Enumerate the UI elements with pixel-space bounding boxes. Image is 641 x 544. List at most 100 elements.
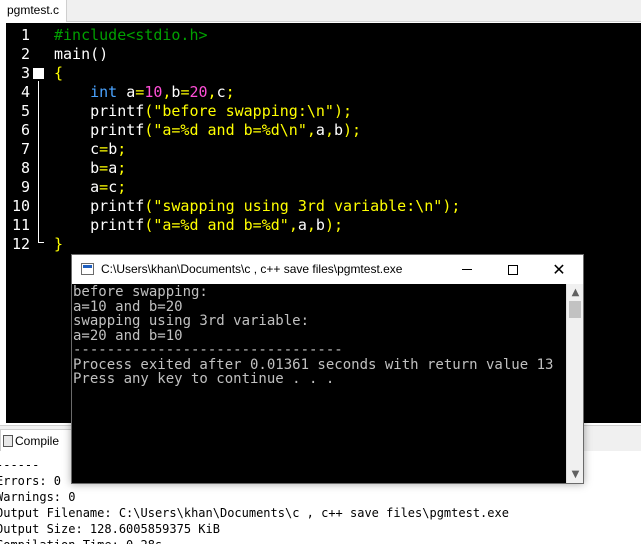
compile-log-line: Output Size: 128.6005859375 KiB <box>0 522 220 536</box>
code-token: c <box>54 140 100 158</box>
code-token: ( <box>144 121 154 139</box>
line-number: 8 <box>20 159 30 177</box>
code-line[interactable]: a=c; <box>54 178 126 197</box>
console-output-line: a=20 and b=10 <box>73 327 183 344</box>
line-number: 10 <box>11 197 30 215</box>
compile-log-line: Compilation Time: 0.28s <box>0 537 162 544</box>
code-token: , <box>207 83 217 101</box>
maximize-icon <box>508 264 518 275</box>
code-token: = <box>99 140 109 158</box>
code-line[interactable]: b=a; <box>54 159 126 178</box>
fold-toggle-icon[interactable] <box>33 68 44 79</box>
tab-pgmtest[interactable]: pgmtest.c <box>0 0 68 22</box>
code-line[interactable]: main() <box>54 45 108 64</box>
line-number: 1 <box>20 26 30 44</box>
code-token: 10 <box>144 83 163 101</box>
fold-guide-end <box>38 242 44 243</box>
scroll-up-icon[interactable]: ▲ <box>567 284 584 301</box>
code-token: } <box>54 235 64 253</box>
console-output-line: a=10 and b=20 <box>73 298 183 315</box>
compile-log-line: ------ <box>0 458 40 472</box>
code-line[interactable]: printf("a=%d and b=%d",a,b); <box>54 216 343 235</box>
code-token: ( <box>144 216 154 234</box>
editor-tab-bar: pgmtest.c <box>0 0 641 22</box>
code-token: int <box>90 83 118 101</box>
code-token: c <box>216 83 226 101</box>
console-output-line: before swapping: <box>73 284 208 300</box>
line-number: 2 <box>20 45 30 63</box>
compile-log-line: Errors: 0 <box>0 474 62 488</box>
console-output-line: swapping using 3rd variable: <box>73 313 310 329</box>
code-token: ; <box>117 140 127 158</box>
close-button[interactable]: ✕ <box>536 255 582 284</box>
code-token: ); <box>333 102 353 120</box>
code-token: = <box>99 178 109 196</box>
code-token: "a=%d and b=%d" <box>153 216 289 234</box>
console-title: C:\Users\khan\Documents\c , c++ save fil… <box>101 262 403 276</box>
maximize-button[interactable] <box>490 255 536 284</box>
compile-log-icon <box>3 435 13 447</box>
line-number: 7 <box>20 140 30 158</box>
code-token: , <box>306 121 316 139</box>
console-output-line: Press any key to continue . . . <box>73 371 335 387</box>
code-line[interactable]: int a=10,b=20,c; <box>54 83 235 102</box>
code-token: , <box>306 216 316 234</box>
code-token: ( <box>144 102 154 120</box>
line-number: 3 <box>20 64 30 82</box>
console-output[interactable]: before swapping: a=10 and b=20 swapping us… <box>72 284 566 483</box>
code-token: 20 <box>189 83 208 101</box>
code-token: a <box>54 178 100 196</box>
code-token: ; <box>117 178 127 196</box>
code-token: ; <box>225 83 235 101</box>
code-token: = <box>135 83 145 101</box>
console-titlebar[interactable]: C:\Users\khan\Documents\c , c++ save fil… <box>72 255 583 284</box>
compile-log-line: Warnings: 0 <box>0 490 76 504</box>
close-icon: ✕ <box>552 259 566 279</box>
code-line[interactable]: printf("a=%d and b=%d\n",a,b); <box>54 121 361 140</box>
line-number-gutter: 1 2 3 4 5 6 7 8 9 10 11 12 <box>6 23 50 423</box>
code-token: printf <box>54 121 145 139</box>
code-line[interactable]: { <box>54 64 63 83</box>
console-output-line: Process exited after 0.01361 seconds wit… <box>73 356 554 373</box>
line-number: 11 <box>11 216 30 234</box>
code-token: "before swapping:\n" <box>153 102 334 120</box>
code-token: ; <box>117 159 127 177</box>
minimize-button[interactable] <box>444 255 490 284</box>
code-token: ); <box>343 121 362 139</box>
minimize-icon <box>462 269 472 270</box>
console-output-line: -------------------------------- <box>73 342 343 358</box>
code-token: b <box>108 140 118 158</box>
code-token: "swapping using 3rd variable:\n" <box>153 197 443 215</box>
console-window[interactable]: C:\Users\khan\Documents\c , c++ save fil… <box>71 254 584 484</box>
code-token: a <box>117 83 136 101</box>
code-token: printf <box>54 197 145 215</box>
scroll-down-icon[interactable]: ▼ <box>567 466 584 483</box>
code-token: #include<stdio.h> <box>54 26 208 44</box>
fold-guide-line <box>38 81 39 243</box>
scroll-thumb[interactable] <box>569 301 581 318</box>
code-line[interactable]: printf("swapping using 3rd variable:\n")… <box>54 197 460 216</box>
code-token: b <box>315 216 325 234</box>
code-token: ( <box>144 197 154 215</box>
code-token: b <box>54 159 100 177</box>
compile-log-line: Output Filename: C:\Users\khan\Documents… <box>0 506 509 520</box>
code-token: ); <box>442 197 461 215</box>
line-number: 12 <box>11 235 30 253</box>
code-token: a <box>108 159 118 177</box>
line-number: 9 <box>20 178 30 196</box>
line-number: 6 <box>20 121 30 139</box>
code-line[interactable]: c=b; <box>54 140 126 159</box>
line-number: 4 <box>20 83 30 101</box>
code-line[interactable]: #include<stdio.h> <box>54 26 208 45</box>
code-token: printf <box>54 102 145 120</box>
code-token: , <box>324 121 334 139</box>
tab-compile-log[interactable]: Compile Log <box>0 429 80 470</box>
code-line[interactable]: printf("before swapping:\n"); <box>54 102 352 121</box>
code-line[interactable]: } <box>54 235 63 254</box>
console-scrollbar[interactable]: ▲ ▼ <box>566 284 583 483</box>
code-token: = <box>99 159 109 177</box>
code-token: ); <box>324 216 343 234</box>
console-app-icon <box>81 263 94 275</box>
code-token: a <box>315 121 325 139</box>
